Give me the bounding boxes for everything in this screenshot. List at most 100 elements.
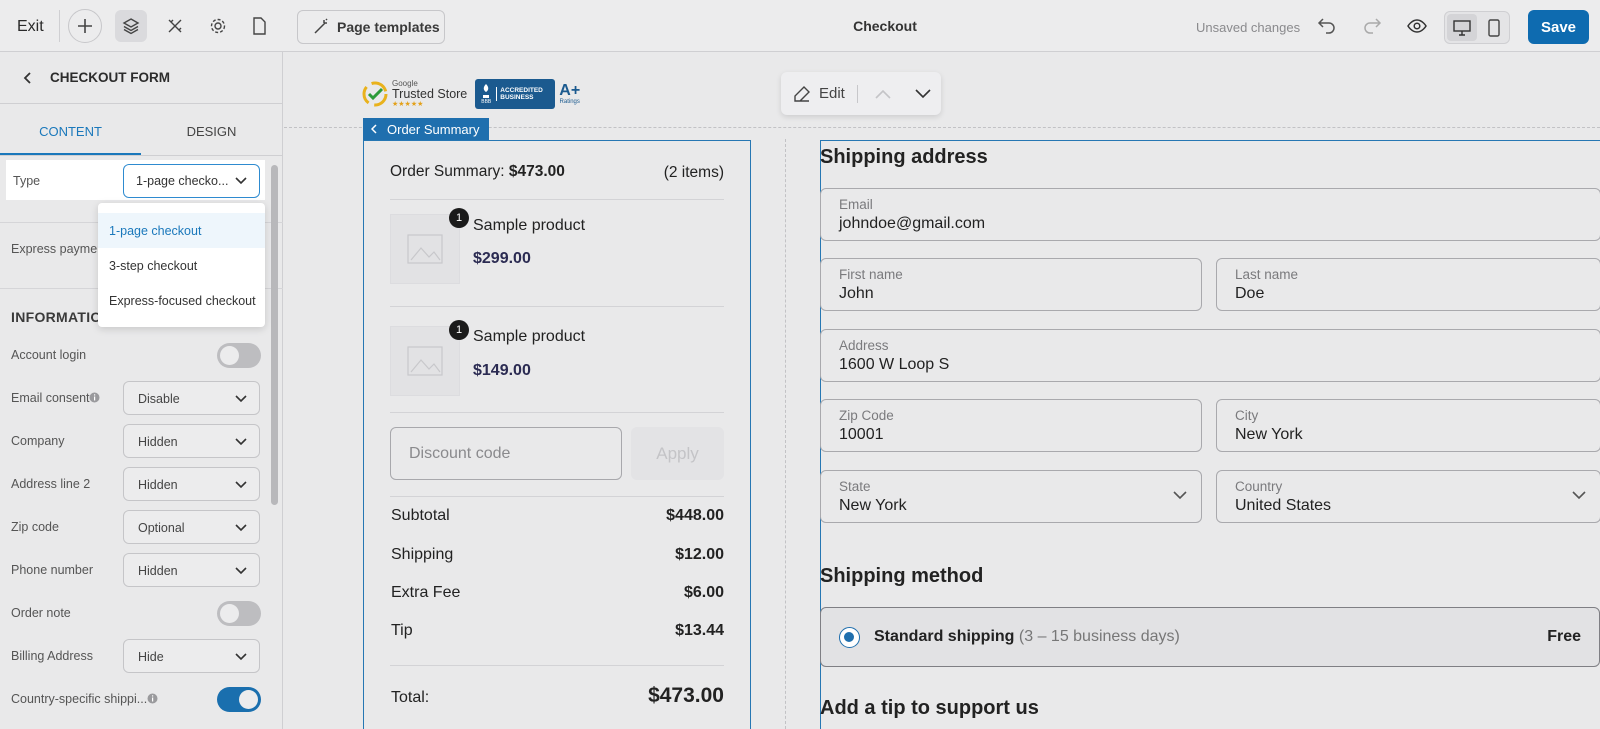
undo-icon — [1317, 18, 1335, 34]
undo-button[interactable] — [1316, 14, 1338, 41]
chevron-down-icon — [235, 524, 247, 532]
setting-select-value: Disable — [138, 392, 180, 406]
sidebar-scrollbar[interactable] — [271, 165, 278, 505]
layers-button[interactable] — [115, 10, 147, 42]
shipping-option-standard[interactable]: Standard shipping (3 – 15 business days)… — [820, 607, 1600, 667]
setting-label: Order note — [11, 606, 71, 620]
page-templates-button[interactable]: Page templates — [297, 10, 445, 44]
apply-discount-button[interactable]: Apply — [631, 427, 724, 480]
info-icon[interactable] — [89, 392, 100, 403]
desktop-view-button[interactable] — [1447, 14, 1477, 41]
page-templates-label: Page templates — [337, 19, 440, 35]
product-name: Sample product — [473, 217, 586, 234]
chevron-down-icon — [235, 177, 247, 185]
checkout-form-panel: Shipping address Email johndoe@gmail.com… — [820, 140, 1600, 729]
top-toolbar: Exit Page templates Checkout Unsaved cha… — [0, 0, 1600, 52]
state-select[interactable]: State New York — [820, 470, 1202, 523]
order-summary-panel: Order Summary: $473.00 (2 items) 1 Sampl… — [363, 140, 751, 729]
bbb-accredited-label: ACCREDITED — [500, 86, 543, 94]
image-placeholder-icon — [407, 346, 443, 376]
tools-button[interactable] — [159, 10, 191, 42]
setting-select[interactable]: Hidden — [123, 553, 260, 587]
tab-content[interactable]: CONTENT — [0, 104, 141, 155]
star-rating: ★★★★★ — [392, 100, 424, 108]
country-select[interactable]: Country United States — [1216, 470, 1600, 523]
sidebar-header: CHECKOUT FORM — [0, 52, 282, 104]
redo-icon — [1364, 18, 1382, 34]
bbb-business-label: BUSINESS — [500, 94, 534, 101]
gear-icon — [210, 18, 226, 34]
exit-button[interactable]: Exit — [17, 18, 44, 36]
chevron-up-icon[interactable] — [874, 88, 892, 100]
setting-row: Zip code Optional — [11, 510, 261, 544]
setting-select[interactable]: Disable — [123, 381, 260, 415]
trusted-store-label: Trusted Store — [392, 87, 468, 102]
extra-fee-label: Extra Fee — [391, 584, 461, 601]
type-option-1-page[interactable]: 1-page checkout — [98, 213, 265, 248]
edit-pencil-icon[interactable] — [793, 85, 811, 103]
chevron-down-icon — [1572, 491, 1586, 500]
tip-value: $13.44 — [675, 622, 724, 639]
type-label: Type — [13, 174, 41, 188]
setting-row: Company Hidden — [11, 424, 261, 458]
zip-code-field[interactable]: Zip Code 10001 — [820, 399, 1202, 452]
product-name: Sample product — [473, 328, 586, 345]
setting-label: Address line 2 — [11, 477, 91, 491]
last-name-field[interactable]: Last name Doe — [1216, 258, 1600, 311]
setting-label: Billing Address — [11, 649, 93, 663]
address-field[interactable]: Address 1600 W Loop S — [820, 329, 1600, 382]
toggle-switch[interactable] — [217, 343, 261, 368]
back-arrow-icon[interactable] — [20, 70, 36, 86]
information-section-title: INFORMATIO — [11, 309, 102, 325]
first-name-field[interactable]: First name John — [820, 258, 1202, 311]
redo-button[interactable] — [1361, 14, 1383, 41]
chevron-down-icon[interactable] — [914, 88, 932, 100]
subtotal-value: $448.00 — [666, 507, 724, 524]
type-option-3-step[interactable]: 3-step checkout — [98, 248, 265, 283]
toggle-switch[interactable] — [217, 687, 261, 712]
setting-label: Email consent — [11, 391, 90, 405]
section-edit-toolbar: Edit — [781, 72, 941, 115]
sidebar-tabs: CONTENT DESIGN — [0, 104, 282, 156]
type-select[interactable]: 1-page checko... — [123, 164, 260, 198]
shipping-option-price: Free — [1547, 628, 1581, 645]
unsaved-status: Unsaved changes — [1196, 20, 1301, 35]
settings-button[interactable] — [202, 10, 234, 42]
setting-select[interactable]: Hidden — [123, 467, 260, 501]
chevron-down-icon — [235, 395, 247, 403]
preview-button[interactable] — [1406, 15, 1428, 42]
google-check-icon — [362, 81, 388, 107]
extra-fee-value: $6.00 — [683, 584, 724, 601]
setting-select[interactable]: Hide — [123, 639, 260, 673]
quantity-badge: 1 — [449, 320, 469, 340]
pages-button[interactable] — [243, 10, 275, 42]
image-placeholder-icon — [407, 234, 443, 264]
setting-select-value: Hide — [138, 650, 164, 664]
first-name-field-value: John — [839, 285, 874, 302]
add-button[interactable] — [68, 9, 102, 43]
shipping-radio-selected[interactable] — [839, 627, 860, 648]
sidebar-title: CHECKOUT FORM — [50, 70, 170, 85]
type-option-express-focused[interactable]: Express-focused checkout — [98, 283, 265, 318]
email-field[interactable]: Email johndoe@gmail.com — [820, 188, 1600, 241]
chevron-down-icon — [235, 481, 247, 489]
discount-code-input[interactable]: Discount code — [390, 427, 622, 480]
zip-code-field-label: Zip Code — [839, 408, 894, 423]
save-button[interactable]: Save — [1528, 10, 1589, 44]
mobile-view-button[interactable] — [1479, 14, 1509, 41]
info-icon[interactable] — [147, 693, 158, 704]
setting-select-value: Hidden — [138, 564, 178, 578]
edit-button[interactable]: Edit — [819, 85, 845, 102]
country-select-label: Country — [1235, 479, 1283, 494]
bbb-torch-icon — [483, 84, 490, 98]
total-label: Total: — [391, 689, 430, 706]
chevron-left-icon — [371, 124, 377, 134]
order-summary-section-tag[interactable]: Order Summary — [363, 118, 489, 140]
shipping-option-days: (3 – 15 business days) — [1014, 628, 1180, 645]
setting-select[interactable]: Hidden — [123, 424, 260, 458]
toggle-switch[interactable] — [217, 601, 261, 626]
tab-design[interactable]: DESIGN — [141, 104, 282, 155]
setting-select[interactable]: Optional — [123, 510, 260, 544]
city-field[interactable]: City New York — [1216, 399, 1600, 452]
chevron-down-icon — [1173, 491, 1187, 500]
